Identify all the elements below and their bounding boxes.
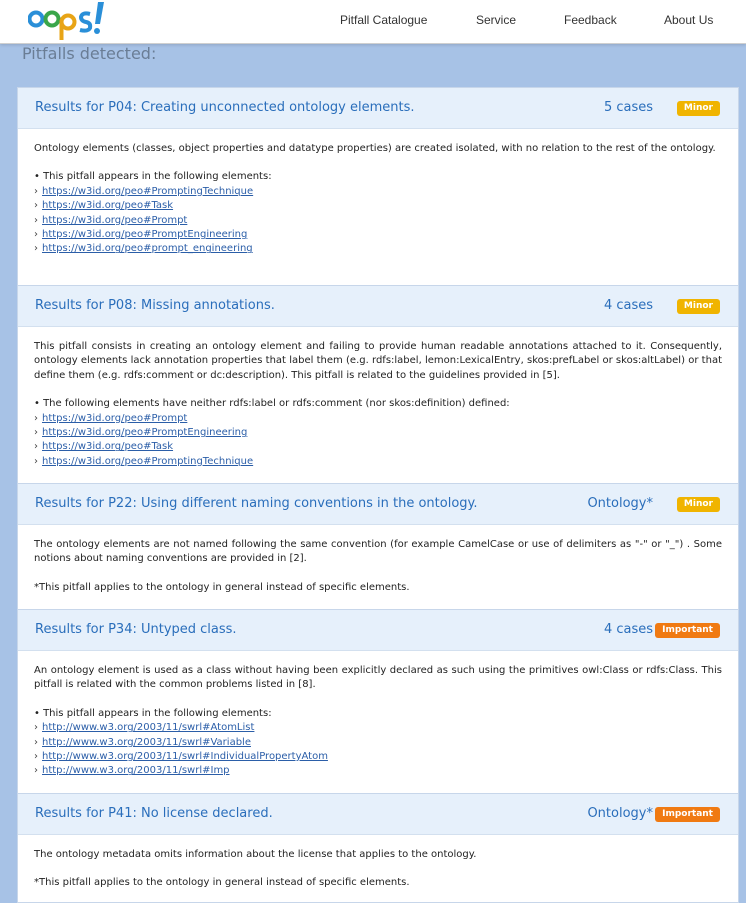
element-link[interactable]: https://w3id.org/peo#Prompt xyxy=(42,413,187,424)
chevron-right-icon: › xyxy=(34,185,38,197)
page-title: Pitfalls detected: xyxy=(22,44,157,63)
pitfall-description: Ontology elements (classes, object prope… xyxy=(34,143,716,154)
nav-pitfall-catalogue[interactable]: Pitfall Catalogue xyxy=(340,13,427,27)
pitfall-panel-p41: Results for P41: No license declared. On… xyxy=(17,793,739,903)
pitfall-description: An ontology element is used as a class w… xyxy=(34,665,722,691)
severity-badge: Minor xyxy=(676,101,720,116)
element-item: › https://w3id.org/peo#Task xyxy=(34,199,722,213)
severity-badge: Important xyxy=(655,623,720,638)
pitfall-note: *This pitfall applies to the ontology in… xyxy=(34,877,410,889)
elements-intro: • This pitfall appears in the following … xyxy=(34,707,272,719)
nav-service[interactable]: Service xyxy=(476,13,516,27)
pitfall-header: Results for P08: Missing annotations. 4 … xyxy=(18,286,738,327)
pitfall-body: The ontology metadata omits information … xyxy=(18,835,738,891)
element-item: › http://www.w3.org/2003/11/swrl#Imp xyxy=(34,764,722,778)
pitfall-body: Ontology elements (classes, object prope… xyxy=(18,129,738,257)
pitfall-panel-p08: Results for P08: Missing annotations. 4 … xyxy=(17,285,739,484)
pitfall-header: Results for P41: No license declared. On… xyxy=(18,794,738,835)
element-link[interactable]: https://w3id.org/peo#PromptingTechnique xyxy=(42,186,253,197)
pitfall-body: The ontology elements are not named foll… xyxy=(18,525,738,595)
element-item: › https://w3id.org/peo#Task xyxy=(34,440,722,454)
oops-logo[interactable] xyxy=(28,0,108,44)
element-link[interactable]: https://w3id.org/peo#Prompt xyxy=(42,215,187,226)
pitfall-header: Results for P22: Using different naming … xyxy=(18,484,738,525)
pitfall-panel-p04: Results for P04: Creating unconnected on… xyxy=(17,87,739,286)
element-item: › http://www.w3.org/2003/11/swrl#AtomList xyxy=(34,721,722,735)
chevron-right-icon: › xyxy=(34,736,38,748)
severity-badge: Important xyxy=(655,807,720,822)
element-link[interactable]: https://w3id.org/peo#Task xyxy=(42,200,173,211)
elements-intro: • This pitfall appears in the following … xyxy=(34,171,272,183)
nav-feedback[interactable]: Feedback xyxy=(564,13,617,27)
pitfall-note: *This pitfall applies to the ontology in… xyxy=(34,581,410,593)
chevron-right-icon: › xyxy=(34,214,38,226)
elements-intro: • The following elements have neither rd… xyxy=(34,398,510,410)
pitfall-title[interactable]: Results for P22: Using different naming … xyxy=(35,496,478,511)
pitfall-header: Results for P04: Creating unconnected on… xyxy=(18,88,738,129)
element-item: › https://w3id.org/peo#PromptEngineering xyxy=(34,426,722,440)
element-link[interactable]: https://w3id.org/peo#prompt_engineering xyxy=(42,243,253,254)
element-item: › http://www.w3.org/2003/11/swrl#Variable xyxy=(34,736,722,750)
element-item: › http://www.w3.org/2003/11/swrl#Individu… xyxy=(34,750,722,764)
chevron-right-icon: › xyxy=(34,441,38,453)
pitfall-description: The ontology metadata omits information … xyxy=(34,849,477,860)
pitfall-panel-p22: Results for P22: Using different naming … xyxy=(17,483,739,610)
element-item: › https://w3id.org/peo#PromptingTechnique xyxy=(34,455,722,469)
pitfall-description: The ontology elements are not named foll… xyxy=(34,539,722,565)
chevron-right-icon: › xyxy=(34,765,38,777)
pitfall-title[interactable]: Results for P34: Untyped class. xyxy=(35,622,237,637)
chevron-right-icon: › xyxy=(34,243,38,255)
chevron-right-icon: › xyxy=(34,722,38,734)
element-link[interactable]: https://w3id.org/peo#PromptEngineering xyxy=(42,229,247,240)
pitfall-cases: 4 cases xyxy=(603,622,653,637)
element-item: › https://w3id.org/peo#Prompt xyxy=(34,412,722,426)
pitfall-cases: 4 cases xyxy=(603,298,653,313)
element-link[interactable]: https://w3id.org/peo#Task xyxy=(42,441,173,452)
pitfall-cases: Ontology* xyxy=(587,496,653,511)
pitfall-title[interactable]: Results for P41: No license declared. xyxy=(35,806,273,821)
element-link[interactable]: http://www.w3.org/2003/11/swrl#Variable xyxy=(42,737,251,748)
pitfall-cases: Ontology* xyxy=(587,806,653,821)
pitfall-title[interactable]: Results for P04: Creating unconnected on… xyxy=(35,100,415,115)
element-link[interactable]: https://w3id.org/peo#PromptEngineering xyxy=(42,427,247,438)
pitfall-header: Results for P34: Untyped class. 4 cases … xyxy=(18,610,738,651)
chevron-right-icon: › xyxy=(34,412,38,424)
pitfall-description: This pitfall consists in creating an ont… xyxy=(34,341,722,381)
element-link[interactable]: http://www.w3.org/2003/11/swrl#AtomList xyxy=(42,722,254,733)
chevron-right-icon: › xyxy=(34,751,38,763)
element-item: › https://w3id.org/peo#PromptingTechnique xyxy=(34,185,722,199)
element-item: › https://w3id.org/peo#prompt_engineering xyxy=(34,242,722,256)
severity-badge: Minor xyxy=(676,497,720,512)
element-item: › https://w3id.org/peo#Prompt xyxy=(34,214,722,228)
top-navbar: Pitfall Catalogue Service Feedback About… xyxy=(0,0,746,44)
element-item: › https://w3id.org/peo#PromptEngineering xyxy=(34,228,722,242)
pitfall-title[interactable]: Results for P08: Missing annotations. xyxy=(35,298,275,313)
chevron-right-icon: › xyxy=(34,427,38,439)
chevron-right-icon: › xyxy=(34,455,38,467)
severity-badge: Minor xyxy=(676,299,720,314)
chevron-right-icon: › xyxy=(34,229,38,241)
element-link[interactable]: http://www.w3.org/2003/11/swrl#Individua… xyxy=(42,751,328,762)
pitfall-cases: 5 cases xyxy=(603,100,653,115)
element-link[interactable]: https://w3id.org/peo#PromptingTechnique xyxy=(42,456,253,467)
pitfall-panel-p34: Results for P34: Untyped class. 4 cases … xyxy=(17,609,739,794)
element-link[interactable]: http://www.w3.org/2003/11/swrl#Imp xyxy=(42,765,230,776)
chevron-right-icon: › xyxy=(34,200,38,212)
pitfall-body: This pitfall consists in creating an ont… xyxy=(18,327,738,469)
pitfall-body: An ontology element is used as a class w… xyxy=(18,651,738,779)
nav-about-us[interactable]: About Us xyxy=(664,13,713,27)
